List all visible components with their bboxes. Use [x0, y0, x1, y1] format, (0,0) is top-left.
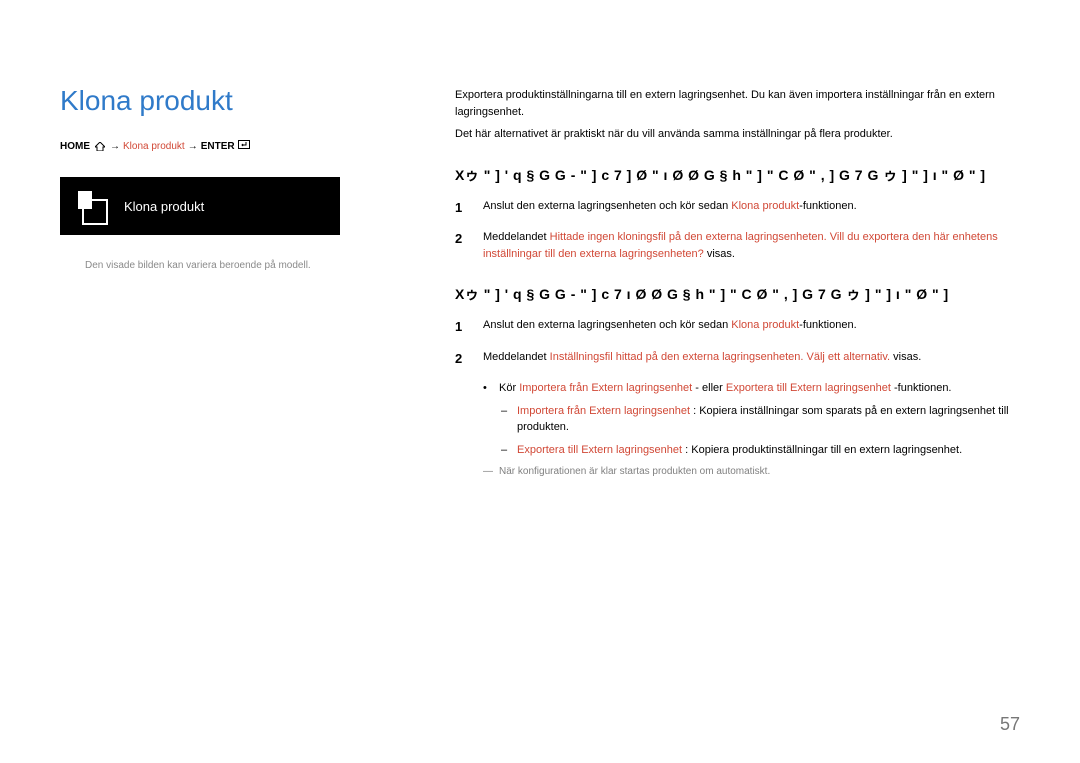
enter-icon: [238, 140, 250, 152]
breadcrumb-product: Klona produkt: [123, 141, 185, 152]
text-fragment: visas.: [890, 351, 921, 363]
sub-bullet-item: Importera från Extern lagringsenhet : Ko…: [483, 403, 1025, 436]
card-label: Klona produkt: [124, 199, 204, 214]
clone-icon: [78, 191, 104, 221]
step-text: Anslut den externa lagringsenheten och k…: [483, 198, 1025, 218]
footnote: När konfigurationen är klar startas prod…: [483, 464, 1025, 479]
step-text: Anslut den externa lagringsenheten och k…: [483, 317, 1025, 337]
list-item: 2 Meddelandet Hittade ingen kloningsfil …: [455, 229, 1025, 262]
intro-paragraph: Exportera produktinställningarna till en…: [455, 87, 1025, 120]
text-fragment: -funktionen.: [799, 200, 856, 212]
figure-caption: Den visade bilden kan variera beroende p…: [85, 260, 400, 271]
text-fragment: - eller: [692, 382, 726, 394]
sub-bullet-item: Exportera till Extern lagringsenhet : Ko…: [483, 442, 1025, 459]
text-fragment: -funktionen.: [799, 319, 856, 331]
text-fragment: Anslut den externa lagringsenheten och k…: [483, 319, 731, 331]
text-fragment: Anslut den externa lagringsenheten och k…: [483, 200, 731, 212]
breadcrumb-arrow: →: [110, 141, 120, 152]
text-fragment: -funktionen.: [891, 382, 952, 394]
step-text: Meddelandet Hittade ingen kloningsfil på…: [483, 229, 1025, 262]
highlight-message: Hittade ingen kloningsfil på den externa…: [483, 231, 998, 260]
breadcrumb-home: HOME: [60, 141, 90, 152]
list-item: 2 Meddelandet Inställningsfil hittad på …: [455, 349, 1025, 369]
highlight-term: Klona produkt: [731, 319, 799, 331]
text-fragment: : Kopiera produktinställningar till en e…: [682, 444, 962, 456]
highlight-term: Exportera till Extern lagringsenhet: [517, 444, 682, 456]
step-number: 1: [455, 198, 469, 218]
bullet-item: Kör Importera från Extern lagringsenhet …: [483, 380, 1025, 397]
home-icon: [95, 142, 105, 151]
right-column: Exportera produktinställningarna till en…: [455, 87, 1025, 479]
highlight-term: Importera från Extern lagringsenhet: [519, 382, 692, 394]
list-item: 1 Anslut den externa lagringsenheten och…: [455, 317, 1025, 337]
highlight-term: Klona produkt: [731, 200, 799, 212]
breadcrumb: HOME → Klona produkt → ENTER: [60, 140, 400, 152]
intro-block: Exportera produktinställningarna till en…: [455, 87, 1025, 143]
step-number: 2: [455, 229, 469, 262]
highlight-term: Importera från Extern lagringsenhet: [517, 405, 690, 417]
breadcrumb-enter: ENTER: [201, 141, 235, 152]
step-number: 2: [455, 349, 469, 369]
product-card: Klona produkt: [60, 177, 340, 235]
section-heading: Xゥ " ] ' q § G G - " ] c 7 ı Ø Ø G § h "…: [455, 284, 1025, 305]
text-fragment: Meddelandet: [483, 351, 550, 363]
section-heading: Xゥ " ] ' q § G G - " ] c 7 ] Ø " ı Ø Ø G…: [455, 165, 1025, 186]
ordered-list: 1 Anslut den externa lagringsenheten och…: [455, 317, 1025, 368]
step-number: 1: [455, 317, 469, 337]
step-text: Meddelandet Inställningsfil hittad på de…: [483, 349, 1025, 369]
page-number: 57: [1000, 714, 1020, 735]
sublist: Kör Importera från Extern lagringsenhet …: [483, 380, 1025, 479]
highlight-message: Inställningsfil hittad på den externa la…: [550, 351, 890, 363]
breadcrumb-arrow: →: [188, 141, 198, 152]
ordered-list: 1 Anslut den externa lagringsenheten och…: [455, 198, 1025, 263]
left-column: HOME → Klona produkt → ENTER Klona produ…: [60, 140, 400, 271]
intro-paragraph: Det här alternativet är praktiskt när du…: [455, 126, 1025, 143]
text-fragment: visas.: [704, 248, 735, 260]
highlight-term: Exportera till Extern lagringsenhet: [726, 382, 891, 394]
text-fragment: Meddelandet: [483, 231, 550, 243]
list-item: 1 Anslut den externa lagringsenheten och…: [455, 198, 1025, 218]
text-fragment: Kör: [499, 382, 519, 394]
